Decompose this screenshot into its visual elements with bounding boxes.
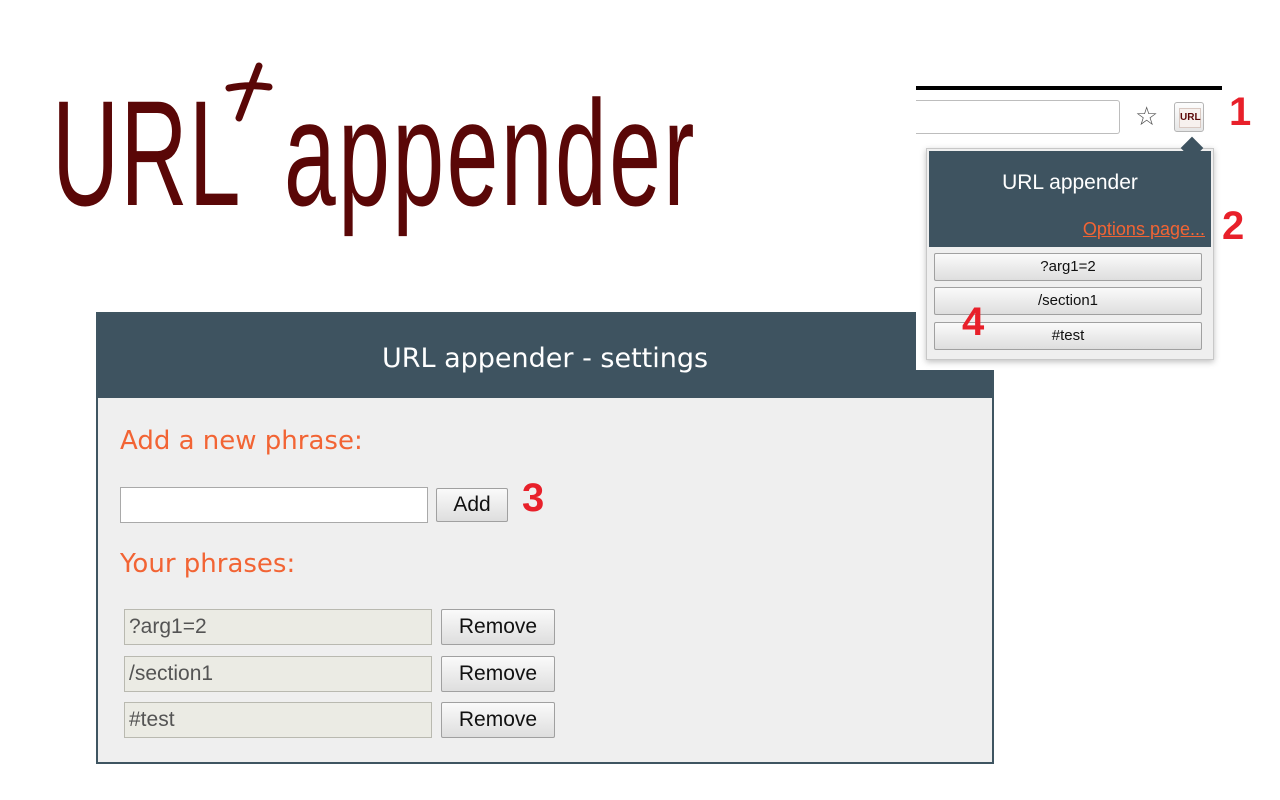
new-phrase-input[interactable] (120, 487, 428, 523)
phrase-field[interactable]: #test (124, 702, 432, 738)
marker-4: 4 (962, 300, 985, 344)
your-phrases-heading: Your phrases: (120, 549, 296, 579)
remove-button[interactable]: Remove (441, 702, 555, 738)
url-appender-extension-icon: URL (1179, 108, 1201, 128)
plus-sign-icon (225, 62, 273, 122)
marker-1: 1 (1229, 90, 1252, 134)
add-button[interactable]: Add (436, 488, 508, 522)
marker-2: 2 (1222, 204, 1245, 248)
logo-text-url: URL (52, 69, 242, 237)
extension-button[interactable]: URL (1174, 102, 1204, 132)
options-page-link[interactable]: Options page... (1083, 219, 1205, 240)
address-bar[interactable] (916, 100, 1120, 134)
popup-phrase-button[interactable]: ?arg1=2 (934, 253, 1202, 281)
star-outline-icon[interactable]: ☆ (1135, 102, 1158, 132)
remove-button[interactable]: Remove (441, 656, 555, 692)
settings-page: URL appender - settings Add a new phrase… (96, 312, 994, 764)
phrase-field[interactable]: ?arg1=2 (124, 609, 432, 645)
toolbar-border (916, 86, 1222, 90)
marker-3: 3 (522, 476, 545, 520)
remove-button[interactable]: Remove (441, 609, 555, 645)
settings-title: URL appender - settings (98, 314, 992, 398)
add-phrase-heading: Add a new phrase: (120, 426, 363, 456)
logo-text-appender: appender (284, 69, 697, 237)
url-appender-logo: URL appender (52, 40, 822, 270)
phrase-field[interactable]: /section1 (124, 656, 432, 692)
popup-header: URL appender Options page... (929, 151, 1211, 247)
popup-title: URL appender (1002, 171, 1138, 194)
